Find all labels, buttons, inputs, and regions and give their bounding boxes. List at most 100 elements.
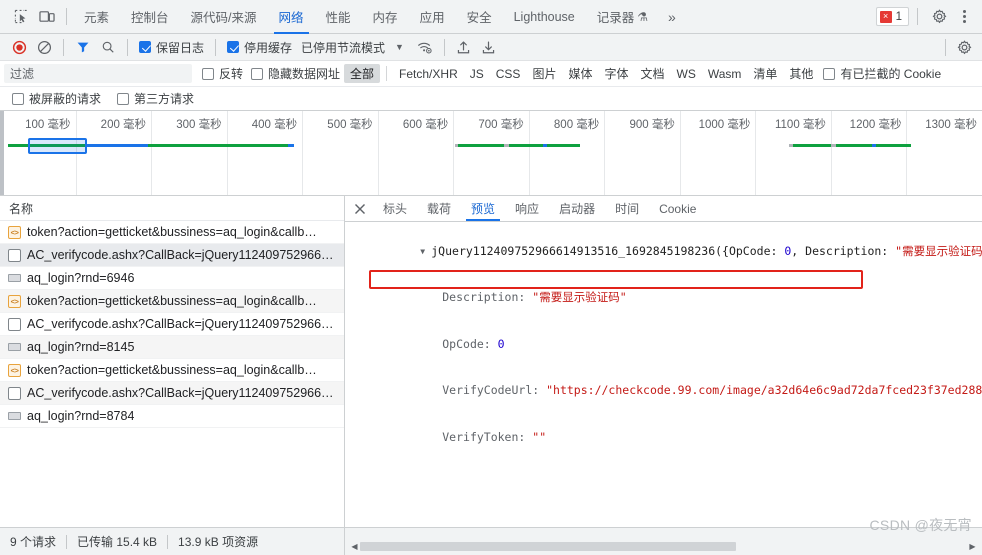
kebab-menu-icon[interactable] [954, 10, 974, 23]
disable-cache-checkbox[interactable]: 停用缓存 [223, 39, 296, 56]
scroll-right-icon[interactable]: ▶ [967, 542, 978, 551]
overview-request-bar [547, 144, 580, 147]
table-row[interactable]: <> token?action=getticket&bussiness=aq_lo… [0, 359, 344, 382]
third-party-checkbox[interactable]: 第三方请求 [113, 90, 198, 107]
preview-key: VerifyToken: [442, 429, 533, 444]
tab-headers[interactable]: 标头 [373, 196, 417, 221]
tab-elements[interactable]: 元素 [73, 0, 120, 34]
table-row[interactable]: AC_verifycode.ashx?CallBack=jQuery112409… [0, 313, 344, 336]
inspect-icon[interactable] [8, 4, 34, 30]
network-conditions-icon[interactable] [413, 36, 437, 58]
script-icon: <> [8, 225, 21, 239]
filter-type-img[interactable]: 图片 [526, 64, 562, 83]
table-row[interactable]: <> token?action=getticket&bussiness=aq_lo… [0, 290, 344, 313]
tab-application[interactable]: 应用 [409, 0, 456, 34]
filter-icon[interactable] [71, 36, 95, 58]
expand-arrow-icon[interactable]: ▼ [420, 244, 431, 260]
scroll-left-icon[interactable]: ◀ [349, 542, 360, 551]
throttling-value[interactable]: 已停用节流模式 [297, 39, 385, 56]
table-row[interactable]: <> token?action=getticket&bussiness=aq_lo… [0, 221, 344, 244]
request-list-column-header[interactable]: 名称 [0, 196, 344, 221]
tab-security[interactable]: 安全 [456, 0, 503, 34]
filter-input[interactable] [4, 64, 192, 83]
filter-type-manifest[interactable]: 清单 [747, 64, 783, 83]
filter-type-font[interactable]: 字体 [598, 64, 634, 83]
request-name: aq_login?rnd=8784 [27, 409, 135, 423]
close-icon[interactable] [347, 196, 373, 221]
tab-performance[interactable]: 性能 [315, 0, 362, 34]
record-button[interactable] [7, 36, 31, 58]
tab-lighthouse[interactable]: Lighthouse [503, 0, 586, 34]
overview-selection-window[interactable] [28, 138, 87, 154]
device-toolbar-icon[interactable] [34, 4, 60, 30]
overview-request-bar [458, 144, 504, 147]
filter-type-wasm[interactable]: Wasm [702, 66, 748, 82]
invert-checkbox[interactable]: 反转 [198, 65, 247, 82]
overview-tick [377, 111, 379, 195]
table-row[interactable]: AC_verifycode.ashx?CallBack=jQuery112409… [0, 382, 344, 405]
filter-type-js[interactable]: JS [464, 66, 490, 82]
horizontal-scrollbar[interactable]: ◀ ▶ [349, 541, 978, 552]
filter-type-ws[interactable]: WS [671, 66, 702, 82]
filter-type-all[interactable]: 全部 [344, 64, 381, 83]
filter-type-media[interactable]: 媒体 [562, 64, 598, 83]
devtools-tab-group: 元素 控制台 源代码/来源 网络 性能 内存 应用 安全 Lighthouse … [73, 0, 659, 34]
overview-tick-label: 1100 毫秒 [774, 119, 826, 131]
blocked-requests-checkbox[interactable]: 被屏蔽的请求 [8, 90, 105, 107]
scrollbar-track[interactable] [360, 542, 967, 551]
gear-icon[interactable] [926, 4, 952, 30]
overview-tick-label: 600 毫秒 [402, 119, 449, 131]
table-row[interactable]: aq_login?rnd=8145 [0, 336, 344, 359]
hide-data-urls-label: 隐藏数据网址 [268, 67, 341, 81]
network-overview-timeline[interactable]: 100 毫秒 200 毫秒 300 毫秒 400 毫秒 500 毫秒 600 毫秒 700 … [0, 111, 982, 196]
preview-value: 0 [497, 336, 505, 351]
import-har-icon[interactable] [452, 36, 476, 58]
filter-type-css[interactable]: CSS [490, 66, 527, 82]
table-row[interactable]: AC_verifycode.ashx?CallBack=jQuery112409… [0, 244, 344, 267]
preview-row-description: Description: "需要显示验证码" [349, 275, 982, 322]
tab-preview[interactable]: 预览 [461, 196, 505, 221]
overview-tick-label: 1200 毫秒 [849, 119, 902, 131]
error-badge[interactable]: × 1 [875, 7, 909, 26]
tab-label: 应用 [419, 11, 445, 25]
chevron-down-icon[interactable]: ▼ [386, 42, 412, 52]
toolbar-divider [63, 38, 64, 56]
hide-data-urls-checkbox[interactable]: 隐藏数据网址 [247, 65, 344, 82]
request-name: token?action=getticket&bussiness=aq_logi… [27, 225, 317, 239]
tab-initiator[interactable]: 启动器 [549, 196, 605, 221]
blocked-cookies-checkbox[interactable]: 有已拦截的 Cookie [819, 65, 945, 82]
more-tabs-icon[interactable]: » [659, 0, 685, 34]
table-row[interactable]: aq_login?rnd=8784 [0, 405, 344, 428]
tab-console[interactable]: 控制台 [120, 0, 180, 34]
table-row[interactable]: aq_login?rnd=6946 [0, 267, 344, 290]
clear-button[interactable] [32, 36, 56, 58]
toolbar-divider [945, 38, 946, 56]
export-har-icon[interactable] [477, 36, 501, 58]
tab-sources[interactable]: 源代码/来源 [180, 0, 268, 34]
request-list-body[interactable]: <> token?action=getticket&bussiness=aq_lo… [0, 221, 344, 527]
search-icon[interactable] [96, 36, 120, 58]
gear-icon[interactable] [952, 36, 976, 58]
overview-tick-label: 500 毫秒 [327, 119, 373, 131]
tab-timing[interactable]: 时间 [605, 196, 649, 221]
filter-type-fetch-xhr[interactable]: Fetch/XHR [393, 66, 464, 82]
tab-cookies[interactable]: Cookie [649, 196, 706, 221]
preserve-log-checkbox[interactable]: 保留日志 [135, 39, 208, 56]
tab-payload[interactable]: 载荷 [417, 196, 461, 221]
filter-type-other[interactable]: 其他 [783, 64, 819, 83]
tab-network[interactable]: 网络 [268, 0, 315, 34]
checkbox-box [117, 92, 130, 105]
network-toolbar-right [939, 36, 976, 58]
scrollbar-thumb[interactable] [360, 542, 737, 551]
filter-type-doc[interactable]: 文档 [634, 64, 670, 83]
tab-memory[interactable]: 内存 [362, 0, 409, 34]
preview-key: OpCode: [442, 336, 498, 351]
preview-root-line[interactable]: ▼ jQuery112409752966614913516_16928451982… [349, 228, 982, 275]
overview-tick [679, 111, 681, 195]
preview-body[interactable]: ▼ jQuery112409752966614913516_16928451982… [345, 222, 982, 527]
third-party-label: 第三方请求 [134, 92, 195, 106]
tab-response[interactable]: 响应 [505, 196, 549, 221]
request-name: token?action=getticket&bussiness=aq_logi… [27, 363, 317, 377]
tab-recorder[interactable]: 记录器 ⚗ [586, 0, 659, 34]
transferred-size: 已传输 15.4 kB [77, 535, 158, 549]
